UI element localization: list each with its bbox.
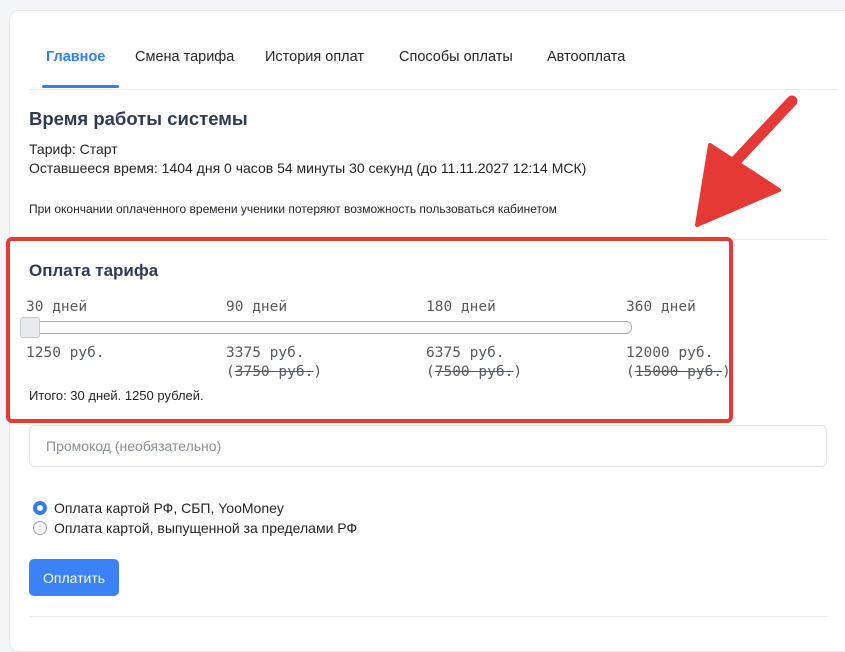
- slider-thumb[interactable]: [20, 317, 40, 338]
- active-tab-indicator: [42, 85, 119, 88]
- period-label[interactable]: 30 дней: [26, 299, 87, 315]
- old-price-value: 7500 руб.: [434, 364, 514, 380]
- period-label[interactable]: 180 дней: [426, 299, 496, 315]
- price-label: 12000 руб.: [626, 345, 714, 361]
- tab-main[interactable]: Главное: [46, 49, 105, 65]
- expiry-note: При окончании оплаченного времени ученик…: [29, 202, 557, 216]
- radio-button[interactable]: [33, 501, 47, 515]
- radio-button[interactable]: [33, 521, 47, 535]
- tariff-name: Тариф: Старт: [29, 141, 118, 157]
- bottom-divider: [29, 616, 828, 617]
- payment-title: Оплата тарифа: [29, 261, 159, 280]
- tab-payment-history[interactable]: История оплат: [265, 49, 364, 65]
- old-price-value: 3750 руб.: [234, 364, 314, 380]
- method-rf-card[interactable]: Оплата картой РФ, СБП, YooMoney: [33, 498, 284, 518]
- price-label: 1250 руб.: [26, 345, 105, 361]
- old-price-value: 15000 руб.: [634, 364, 723, 380]
- old-price-label: (7500 руб.): [426, 364, 523, 380]
- system-time-title: Время работы системы: [29, 108, 248, 129]
- old-price-label: (15000 руб.): [626, 364, 731, 380]
- price-label: 3375 руб.: [226, 345, 305, 361]
- tab-bar: Главное Смена тарифа История оплат Спосо…: [30, 11, 838, 90]
- tab-payment-methods[interactable]: Способы оплаты: [399, 49, 513, 65]
- method-label: Оплата картой РФ, СБП, YooMoney: [54, 500, 284, 516]
- pay-button[interactable]: Оплатить: [29, 559, 119, 596]
- remaining-time: Оставшееся время: 1404 дня 0 часов 54 ми…: [29, 160, 587, 176]
- period-label[interactable]: 90 дней: [226, 299, 287, 315]
- method-foreign-card[interactable]: Оплата картой, выпущенной за пределами Р…: [33, 518, 357, 538]
- method-label: Оплата картой, выпущенной за пределами Р…: [54, 520, 358, 536]
- tab-change-tariff[interactable]: Смена тарифа: [135, 49, 234, 65]
- price-label: 6375 руб.: [426, 345, 505, 361]
- period-label[interactable]: 360 дней: [626, 299, 696, 315]
- tab-autopay[interactable]: Автооплата: [547, 49, 625, 65]
- old-price-label: (3750 руб.): [226, 364, 323, 380]
- tariff-period-slider[interactable]: [22, 321, 632, 334]
- payment-total: Итого: 30 дней. 1250 рублей.: [29, 388, 204, 403]
- promo-code-input[interactable]: [29, 425, 827, 467]
